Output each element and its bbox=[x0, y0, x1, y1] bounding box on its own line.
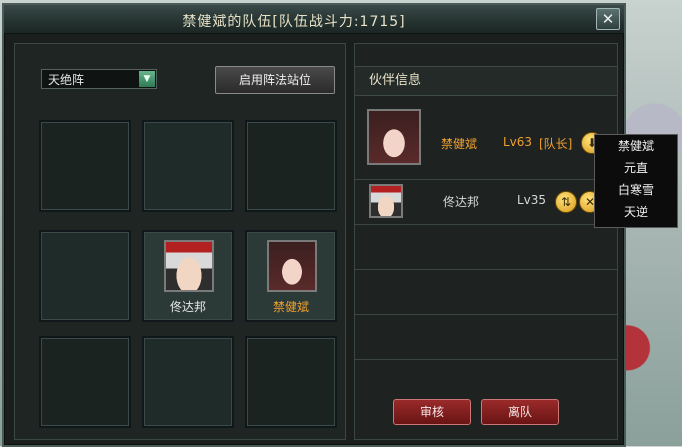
menu-item[interactable]: 元直 bbox=[595, 157, 677, 179]
partner-row-empty bbox=[355, 270, 617, 315]
formation-slot[interactable] bbox=[39, 230, 131, 322]
formation-slot[interactable] bbox=[142, 120, 234, 212]
female-portrait-icon bbox=[369, 111, 419, 163]
leave-team-button[interactable]: 离队 bbox=[481, 399, 559, 425]
review-button[interactable]: 审核 bbox=[393, 399, 471, 425]
title-bar: 禁健斌的队伍[队伍战斗力:1715] ✕ bbox=[4, 5, 624, 34]
enable-formation-button[interactable]: 启用阵法站位 bbox=[215, 66, 335, 94]
male-portrait-icon bbox=[371, 186, 401, 216]
avatar bbox=[267, 240, 317, 292]
partner-row-empty bbox=[355, 225, 617, 270]
swap-icon[interactable]: ⇅ bbox=[555, 191, 577, 213]
partner-name: 佟达邦 bbox=[443, 195, 480, 209]
team-window: 禁健斌的队伍[队伍战斗力:1715] ✕ 天绝阵 ▼ 启用阵法站位 佟达邦 禁健… bbox=[2, 3, 626, 447]
partner-header: 伙伴信息 bbox=[355, 66, 617, 96]
menu-item[interactable]: 天逆 bbox=[595, 201, 677, 223]
avatar bbox=[369, 184, 403, 218]
female-portrait-icon bbox=[269, 242, 315, 290]
partner-level: Lv63 bbox=[503, 135, 533, 149]
formation-slot-tongdabang[interactable]: 佟达邦 bbox=[142, 230, 234, 322]
formation-slot-jinjianbin[interactable]: 禁健斌 bbox=[245, 230, 337, 322]
partner-dropdown-menu: 禁健斌 元直 白寒雪 天逆 bbox=[594, 134, 678, 228]
slot-character-name: 禁健斌 bbox=[272, 300, 309, 314]
menu-item[interactable]: 白寒雪 bbox=[595, 179, 677, 201]
formation-slot[interactable] bbox=[39, 120, 131, 212]
partner-row[interactable]: 佟达邦 Lv35 ⇅ ✕ bbox=[355, 180, 617, 225]
slot-character-name: 佟达邦 bbox=[169, 300, 206, 314]
formation-panel: 天绝阵 ▼ 启用阵法站位 佟达邦 禁健斌 bbox=[14, 43, 346, 440]
chevron-down-icon[interactable]: ▼ bbox=[139, 71, 155, 87]
window-title: 禁健斌的队伍[队伍战斗力:1715] bbox=[182, 14, 406, 30]
partner-name: 禁健斌 bbox=[441, 137, 478, 151]
partner-level: Lv35 bbox=[517, 193, 547, 207]
formation-slot[interactable] bbox=[142, 336, 234, 428]
avatar bbox=[164, 240, 214, 292]
formation-select[interactable]: 天绝阵 ▼ bbox=[41, 69, 157, 89]
partner-role: [队长] bbox=[539, 137, 573, 151]
male-portrait-icon bbox=[166, 242, 212, 290]
close-button[interactable]: ✕ bbox=[596, 8, 620, 30]
formation-slot[interactable] bbox=[245, 120, 337, 212]
partner-row[interactable]: 禁健斌 Lv63 [队长] ⬇ bbox=[355, 95, 617, 180]
formation-select-value: 天绝阵 bbox=[48, 73, 85, 87]
partner-row-empty bbox=[355, 315, 617, 360]
partner-panel: 伙伴信息 禁健斌 Lv63 [队长] ⬇ 佟达邦 Lv35 ⇅ ✕ 审核 离队 bbox=[354, 43, 618, 440]
formation-slot[interactable] bbox=[245, 336, 337, 428]
avatar bbox=[367, 109, 421, 165]
menu-item[interactable]: 禁健斌 bbox=[595, 135, 677, 157]
formation-slot[interactable] bbox=[39, 336, 131, 428]
